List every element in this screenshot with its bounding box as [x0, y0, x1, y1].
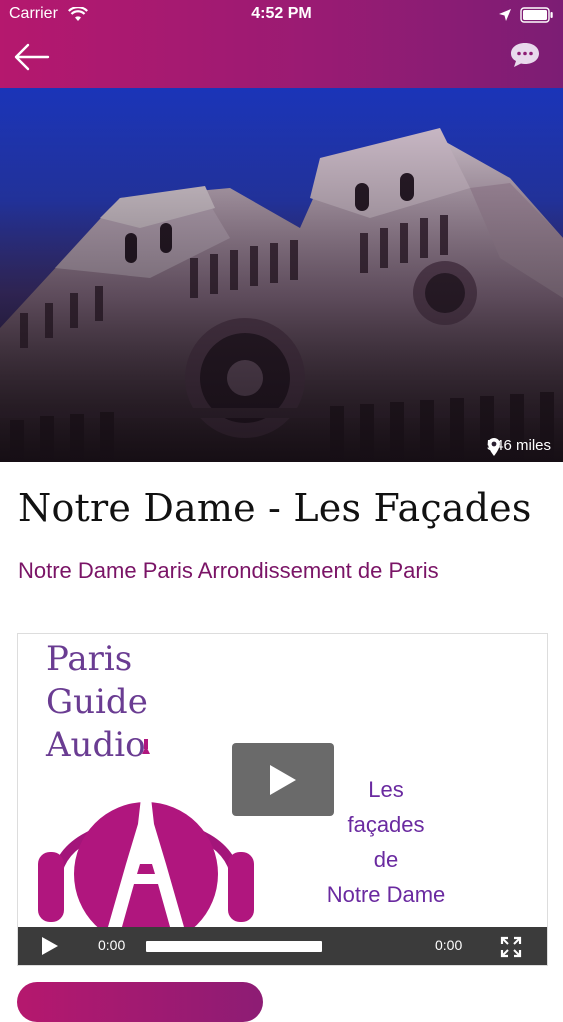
video-controls: 0:00 0:00 [18, 927, 547, 965]
poster-line: Paris [46, 639, 133, 679]
place-subtitle: Notre Dame Paris Arrondissement de Paris [18, 558, 439, 583]
battery-icon [520, 7, 554, 28]
play-icon [270, 765, 296, 795]
poster-line: Guide [46, 682, 148, 722]
arrow-left-icon [14, 43, 50, 71]
duration: 0:00 [435, 937, 463, 953]
bottom-action-button[interactable] [17, 982, 263, 1022]
hero-image: 546 miles [0, 88, 563, 462]
status-time: 4:52 PM [251, 5, 312, 22]
cathedral-illustration [0, 88, 563, 462]
poster-line: Notre Dame [326, 882, 446, 907]
audio-guide-video[interactable]: Paris Guide Audio Les façades de Notre D… [17, 633, 548, 966]
progress-bar[interactable] [146, 941, 322, 952]
location-arrow-icon [498, 8, 512, 27]
play-overlay-button[interactable] [232, 743, 334, 816]
page-title: Notre Dame - Les Façades [18, 486, 532, 530]
distance-badge: 546 miles [487, 437, 551, 456]
status-bar: Carrier 4:52 PM [0, 0, 563, 30]
fullscreen-icon[interactable] [500, 936, 522, 958]
chat-bubble-icon [511, 43, 539, 67]
eiffel-headphones-logo [38, 739, 254, 934]
chat-button[interactable] [508, 40, 542, 70]
map-pin-icon [487, 438, 500, 456]
play-icon[interactable] [42, 937, 58, 955]
poster-line: de [373, 847, 399, 872]
back-button[interactable] [12, 40, 52, 74]
current-time: 0:00 [98, 937, 126, 953]
